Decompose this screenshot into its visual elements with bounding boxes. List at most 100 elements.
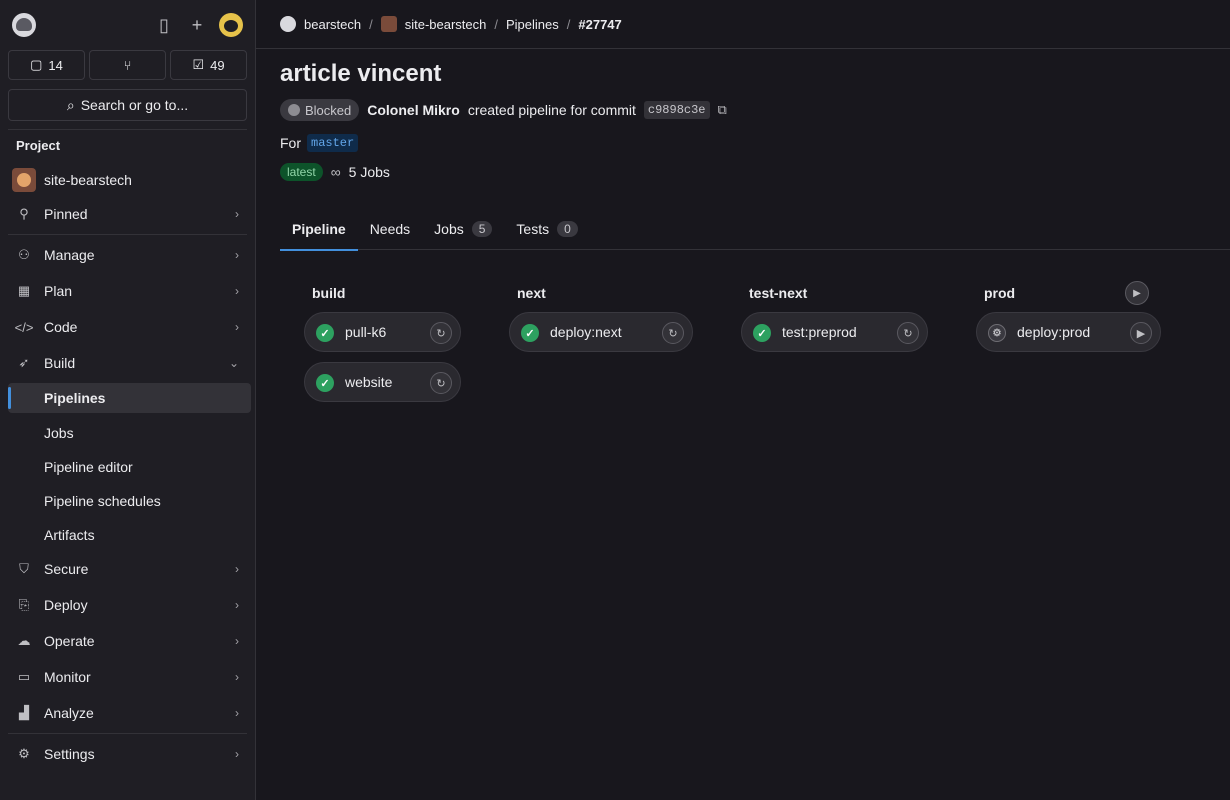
header-divider	[256, 48, 1230, 49]
divider	[8, 234, 247, 235]
nav-label: Secure	[44, 561, 89, 577]
job-name: deploy:prod	[1017, 324, 1091, 340]
success-icon: ✓	[316, 374, 334, 392]
latest-badge: latest	[280, 163, 323, 181]
status-badge[interactable]: Blocked	[280, 99, 360, 121]
todos-counter[interactable]: ☑ 49	[170, 50, 247, 80]
tab-tests[interactable]: Tests 0	[504, 208, 589, 250]
nav-label: Settings	[44, 746, 95, 762]
main-content: bearstech / site-bearstech / Pipelines /…	[256, 0, 1230, 800]
project-avatar	[380, 16, 397, 32]
nav-item-deploy[interactable]: ⎘ Deploy ›	[8, 590, 251, 620]
sidebar-item-jobs[interactable]: Jobs	[8, 418, 251, 448]
code-icon: </>	[14, 319, 34, 335]
tab-jobs[interactable]: Jobs 5	[422, 208, 504, 250]
divider	[8, 733, 247, 734]
nav-item-settings[interactable]: ⚙ Settings ›	[8, 739, 251, 769]
cloud-icon: ☁	[17, 633, 31, 648]
breadcrumb-current[interactable]: #27747	[578, 17, 621, 32]
nav-item-plan[interactable]: ▦ Plan ›	[8, 276, 251, 306]
manual-status-icon: ⚙	[988, 324, 1006, 342]
nav-item-analyze[interactable]: ▟ Analyze ›	[8, 698, 251, 728]
nav-item-code[interactable]: </> Code ›	[8, 312, 251, 342]
tab-pipeline[interactable]: Pipeline	[280, 208, 358, 251]
search-button[interactable]: ⌕ Search or go to...	[8, 89, 247, 121]
tab-label: Tests	[516, 221, 550, 237]
breadcrumb-pipelines[interactable]: Pipelines	[506, 17, 559, 32]
sidebar-item-pipeline-editor[interactable]: Pipeline editor	[8, 452, 251, 482]
gear-icon: ⚙	[18, 746, 30, 761]
nav-item-pinned[interactable]: ⚲ Pinned ›	[8, 199, 251, 229]
stage-title-test-next: test-next	[749, 285, 808, 301]
tab-count: 0	[557, 221, 578, 237]
nav-item-manage[interactable]: ⚇ Manage ›	[8, 240, 251, 270]
divider	[8, 129, 247, 130]
shield-icon: ⛉	[19, 561, 29, 576]
nav-label: Pinned	[44, 206, 88, 222]
job-test-preprod[interactable]: ✓ test:preprod ↻	[741, 312, 928, 352]
chevron-down-icon: ⌄	[228, 356, 239, 370]
sidebar-header: ▯ +	[0, 0, 255, 48]
issues-counter[interactable]: ▢ 14	[8, 50, 85, 80]
tab-count: 5	[471, 221, 493, 237]
project-link[interactable]: site-bearstech	[8, 166, 251, 194]
sub-label: Pipelines	[44, 390, 106, 406]
chevron-right-icon: ›	[235, 284, 239, 298]
play-button[interactable]: ▶	[1130, 322, 1152, 344]
job-name: test:preprod	[782, 324, 857, 340]
retry-button[interactable]: ↻	[430, 372, 452, 394]
sidebar-toggle-icon[interactable]: ▯	[152, 13, 176, 37]
branch-link[interactable]: master	[307, 134, 359, 152]
retry-button[interactable]: ↻	[662, 322, 684, 344]
job-deploy-prod[interactable]: ⚙ deploy:prod ▶	[976, 312, 1161, 352]
monitor-icon: ▭	[17, 669, 31, 684]
success-icon: ✓	[753, 324, 771, 342]
copy-icon[interactable]: ⧉	[718, 102, 727, 118]
breadcrumb-separator: /	[369, 16, 373, 32]
stage-title-build: build	[312, 285, 346, 301]
tab-label: Needs	[369, 221, 411, 237]
tab-needs[interactable]: Needs	[358, 208, 422, 250]
nav-label: Operate	[44, 633, 95, 649]
action-text: created pipeline for commit	[467, 102, 636, 118]
play-stage-button[interactable]: ▶	[1125, 281, 1149, 305]
sub-label: Artifacts	[44, 527, 95, 543]
job-name: deploy:next	[550, 324, 622, 340]
sidebar-item-pipeline-schedules[interactable]: Pipeline schedules	[8, 486, 251, 516]
job-deploy-next[interactable]: ✓ deploy:next ↻	[509, 312, 693, 352]
retry-button[interactable]: ↻	[430, 322, 452, 344]
sub-label: Jobs	[44, 425, 74, 441]
gitlab-logo-icon[interactable]	[12, 13, 36, 37]
status-text: Blocked	[305, 102, 352, 118]
retry-button[interactable]: ↻	[897, 322, 919, 344]
nav-item-build[interactable]: ➶ Build ⌄	[8, 348, 251, 378]
sidebar-item-pipelines[interactable]: Pipelines	[8, 383, 251, 413]
breadcrumb-group[interactable]: bearstech	[304, 17, 361, 32]
breadcrumb-project[interactable]: site-bearstech	[405, 17, 487, 32]
nav-item-monitor[interactable]: ▭ Monitor ›	[8, 662, 251, 692]
commit-sha[interactable]: c9898c3e	[643, 101, 710, 119]
chart-icon: ▟	[19, 705, 29, 720]
job-pull-k6[interactable]: ✓ pull-k6 ↻	[304, 312, 461, 352]
sidebar-item-artifacts[interactable]: Artifacts	[8, 520, 251, 550]
merge-requests-counter[interactable]: ⑂	[89, 50, 166, 80]
pipeline-tags: latest ∞ 5 Jobs	[280, 163, 390, 181]
sidebar: ▯ + ▢ 14 ⑂ ☑ 49 ⌕ Search or go to... Pro…	[0, 0, 256, 800]
chevron-right-icon: ›	[235, 670, 239, 684]
job-name: pull-k6	[345, 324, 387, 340]
nav-item-secure[interactable]: ⛉ Secure ›	[8, 554, 251, 584]
branch-line: For master	[280, 134, 359, 152]
nav-item-operate[interactable]: ☁ Operate ›	[8, 626, 251, 656]
create-new-icon[interactable]: +	[185, 13, 209, 37]
success-icon: ✓	[521, 324, 539, 342]
sub-label: Pipeline editor	[44, 459, 133, 475]
chevron-right-icon: ›	[235, 320, 239, 334]
user-avatar[interactable]	[219, 13, 243, 37]
issues-count: 14	[48, 57, 63, 73]
job-website[interactable]: ✓ website ↻	[304, 362, 461, 402]
chevron-right-icon: ›	[235, 207, 239, 221]
author-link[interactable]: Colonel Mikro	[367, 102, 460, 118]
chevron-right-icon: ›	[235, 747, 239, 761]
project-avatar	[12, 168, 36, 192]
pipeline-tabs: Pipeline Needs Jobs 5 Tests 0	[280, 208, 1230, 251]
